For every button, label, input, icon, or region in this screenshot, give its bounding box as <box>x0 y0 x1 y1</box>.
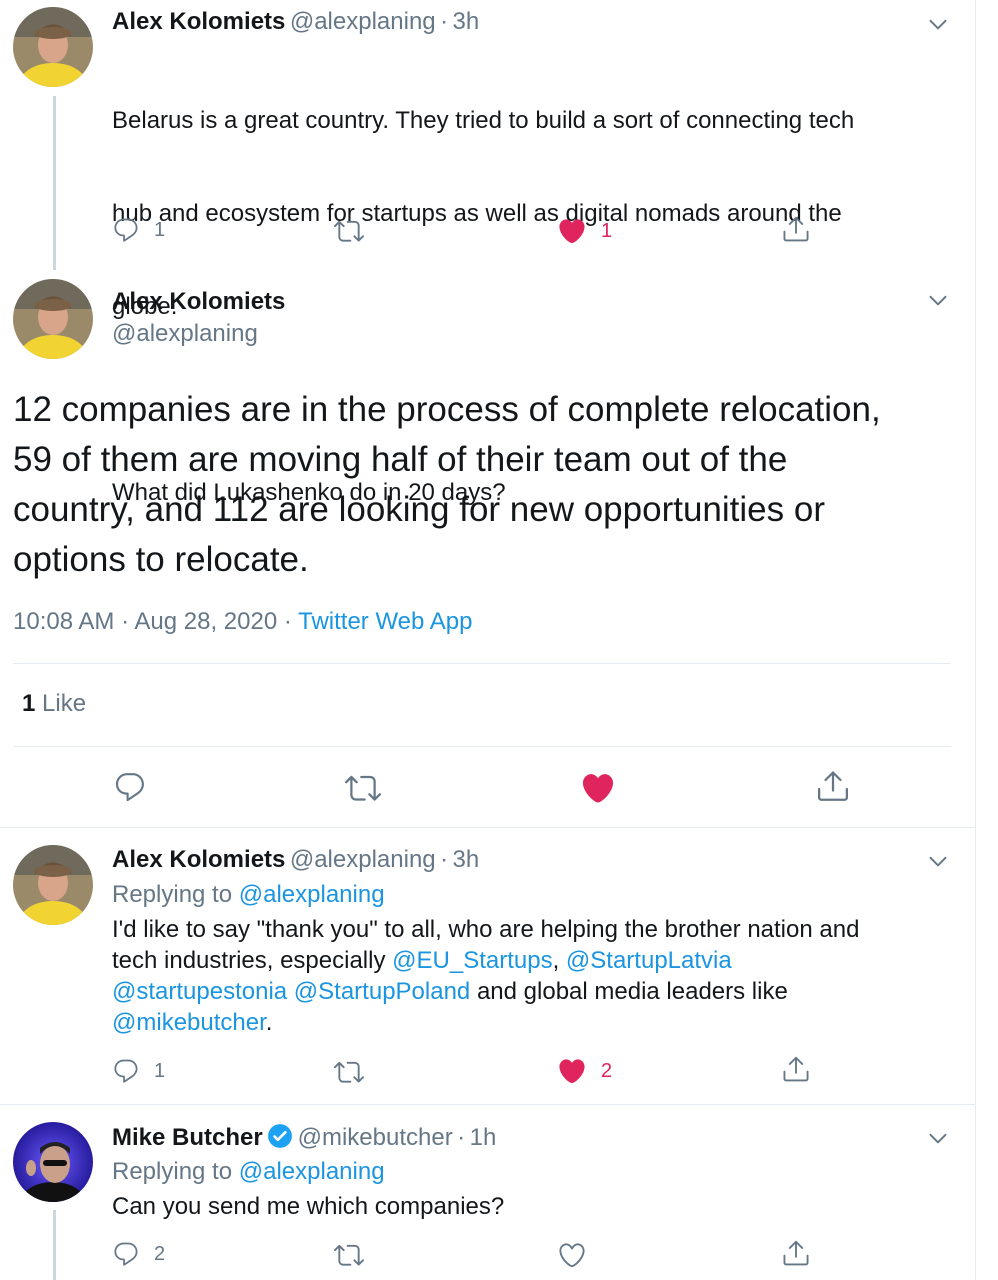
like-icon <box>557 216 587 246</box>
like-icon <box>580 770 616 806</box>
retweet-icon <box>345 770 381 806</box>
replying-to-handle[interactable]: @alexplaning <box>239 881 385 908</box>
mention-link[interactable]: @mikebutcher <box>112 1009 266 1036</box>
like-button[interactable]: 1 <box>557 216 612 246</box>
tweet-text-line: and global media leaders like <box>470 978 788 1005</box>
replying-to-label: Replying to <box>112 881 233 908</box>
author-name[interactable]: Mike Butcher <box>112 1124 263 1151</box>
like-button[interactable]: 2 <box>557 1056 612 1086</box>
retweet-icon <box>334 216 364 246</box>
punctuation: , <box>552 947 560 974</box>
chevron-down-icon[interactable] <box>926 12 950 36</box>
retweet-button[interactable] <box>334 216 364 246</box>
like-icon <box>557 1240 587 1270</box>
reply-icon <box>112 216 140 244</box>
divider <box>13 663 951 664</box>
like-icon <box>557 1056 587 1086</box>
tweet-time[interactable]: 3h <box>453 846 480 873</box>
retweet-button[interactable] <box>334 1057 364 1087</box>
reply-button[interactable] <box>113 770 147 804</box>
reply-button[interactable]: 1 <box>112 216 165 244</box>
author-handle[interactable]: @alexplaning <box>290 8 436 35</box>
share-button[interactable] <box>815 768 851 804</box>
mention-link[interactable]: @StartupLatvia <box>566 947 732 974</box>
share-button[interactable] <box>781 1054 811 1084</box>
separator-dot: · <box>440 846 449 873</box>
share-icon <box>781 1238 811 1268</box>
tweet-source[interactable]: Twitter Web App <box>298 608 472 635</box>
share-icon <box>815 768 851 804</box>
likes-label: Like <box>42 690 87 717</box>
reply-button[interactable]: 2 <box>112 1240 165 1268</box>
reply-count: 2 <box>154 1242 166 1265</box>
avatar[interactable] <box>13 1122 93 1202</box>
separator-dot: · <box>283 608 292 635</box>
retweet-button[interactable] <box>334 1240 364 1270</box>
main-tweet-text: 12 companies are in the process of compl… <box>13 390 881 579</box>
reply-icon <box>113 770 147 804</box>
tweet-text: Can you send me which companies? <box>112 1193 505 1220</box>
share-icon <box>781 1054 811 1084</box>
reply-button[interactable]: 1 <box>112 1057 165 1085</box>
tweet-text: I'd like to say "thank you" to all, who … <box>112 914 962 1038</box>
like-count: 1 <box>601 219 613 242</box>
chevron-down-icon[interactable] <box>926 288 950 312</box>
author-name[interactable]: Alex Kolomiets <box>112 846 285 873</box>
reply-count: 1 <box>154 218 166 241</box>
like-button[interactable] <box>557 1240 587 1270</box>
share-icon <box>781 214 811 244</box>
tweet-time[interactable]: 3h <box>453 8 480 35</box>
author-handle[interactable]: @mikebutcher <box>298 1124 453 1151</box>
reply-icon <box>112 1057 140 1085</box>
thread-line <box>53 1210 56 1280</box>
retweet-icon <box>334 1240 364 1270</box>
mention-link[interactable]: @EU_Startups <box>392 947 552 974</box>
like-button[interactable] <box>580 770 616 806</box>
reply-icon <box>112 1240 140 1268</box>
author-name[interactable]: Alex Kolomiets <box>112 288 285 316</box>
separator-dot: · <box>440 8 449 35</box>
mention-link[interactable]: @startupestonia <box>112 978 287 1005</box>
avatar[interactable] <box>13 7 93 87</box>
tweet-text-line: tech industries, especially <box>112 947 393 974</box>
likes-number: 1 <box>22 690 36 717</box>
retweet-icon <box>334 1057 364 1087</box>
tweet-text-line: I'd like to say "thank you" to all, who … <box>112 916 860 943</box>
tweet-time[interactable]: 1h <box>470 1124 497 1151</box>
avatar[interactable] <box>13 845 93 925</box>
chevron-down-icon[interactable] <box>926 849 950 873</box>
replying-to-label: Replying to <box>112 1158 233 1185</box>
divider <box>13 746 951 747</box>
punctuation: . <box>265 1009 273 1036</box>
thread-line <box>53 96 56 270</box>
author-name[interactable]: Alex Kolomiets <box>112 8 285 35</box>
share-button[interactable] <box>781 214 811 244</box>
retweet-button[interactable] <box>345 770 381 806</box>
mention-link[interactable]: @StartupPoland <box>294 978 470 1005</box>
divider <box>0 827 975 828</box>
likes-summary[interactable]: 1 Like <box>22 690 86 718</box>
author-handle[interactable]: @alexplaning <box>112 320 258 348</box>
share-button[interactable] <box>781 1238 811 1268</box>
divider <box>0 1104 975 1105</box>
author-handle[interactable]: @alexplaning <box>290 846 436 873</box>
avatar[interactable] <box>13 279 93 359</box>
tweet-timestamp[interactable]: 10:08 AM · Aug 28, 2020 <box>13 608 277 635</box>
like-count: 2 <box>601 1059 613 1082</box>
chevron-down-icon[interactable] <box>926 1126 950 1150</box>
reply-count: 1 <box>154 1059 166 1082</box>
verified-icon <box>268 1124 293 1148</box>
timeline-border <box>975 0 976 1280</box>
replying-to-handle[interactable]: @alexplaning <box>239 1158 385 1185</box>
separator-dot: · <box>457 1124 466 1151</box>
